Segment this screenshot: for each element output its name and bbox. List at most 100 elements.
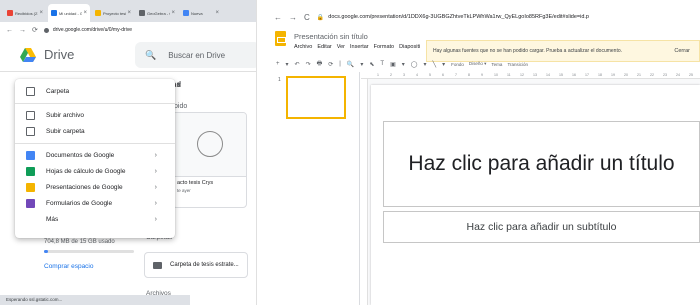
tab-close-icon[interactable]: × — [215, 10, 219, 16]
ruler-tick-label: 5 — [429, 73, 431, 77]
menu-diapositiva[interactable]: Diapositi — [399, 44, 420, 50]
menu-item-folder[interactable]: Carpeta — [15, 84, 175, 98]
browser-tab[interactable]: Nueva × — [180, 4, 222, 22]
menu-item-label: Documentos de Google — [46, 151, 115, 159]
file-card-date: te ayer — [177, 188, 191, 193]
slide-thumbnail[interactable] — [286, 76, 346, 119]
my-drive-chevron-icon[interactable]: ▾ — [177, 80, 181, 89]
ruler-tick-label: 2 — [390, 73, 392, 77]
menu-item-upload-folder[interactable]: Subir carpeta — [15, 124, 175, 138]
lock-icon — [43, 27, 49, 33]
menu-item-more[interactable]: Más › — [15, 212, 175, 226]
tab-favicon-icon — [7, 10, 13, 16]
drive-logo-icon[interactable] — [20, 47, 36, 62]
file-card-name: acto tesis Crys — [177, 180, 214, 186]
ruler-tick-label: 15 — [559, 73, 563, 77]
browser-tab[interactable]: Proyecto tesis × — [92, 4, 134, 22]
toolbar-button[interactable]: ⬉ — [369, 61, 374, 68]
tab-close-icon[interactable]: × — [171, 10, 175, 16]
toolbar-button[interactable]: ▾ — [286, 61, 289, 68]
toolbar-button[interactable]: ▾ — [442, 61, 445, 68]
toolbar-button[interactable]: ▾ — [402, 61, 405, 68]
slide-number: 1 — [278, 77, 281, 83]
title-placeholder-box[interactable]: Haz clic para añadir un título — [383, 121, 700, 207]
toolbar-button[interactable]: | — [339, 61, 341, 67]
folder-item[interactable]: Carpeta de tesis estrate... — [144, 252, 248, 278]
back-icon[interactable]: ← — [6, 27, 13, 34]
tab-close-icon[interactable]: × — [39, 10, 43, 16]
menu-item-label: Más — [46, 215, 59, 223]
forward-icon[interactable]: → — [19, 27, 26, 34]
forward-icon[interactable]: → — [289, 13, 297, 22]
slides-window: ← → C 🔒 docs.google.com/presentation/d/1… — [266, 0, 700, 305]
menu-item-google-docs[interactable]: Documentos de Google › — [15, 148, 175, 162]
menu-editar[interactable]: Editar — [317, 44, 331, 50]
address-bar[interactable]: ← → ⟳ drive.google.com/drive/u/0/my-driv… — [0, 22, 256, 38]
forms-icon — [26, 198, 35, 208]
toolbar-button[interactable]: + — [276, 61, 280, 67]
toolbar-text-button[interactable]: Fondo — [451, 62, 464, 67]
browser-tab[interactable]: Mi unidad - G × — [48, 4, 90, 22]
tab-favicon-icon — [51, 10, 57, 16]
tab-favicon-icon — [95, 10, 101, 16]
reload-icon[interactable]: ⟳ — [32, 26, 38, 34]
title-placeholder-text: Haz clic para añadir un título — [408, 152, 675, 175]
menu-formato[interactable]: Formato — [374, 44, 394, 50]
toolbar-button[interactable]: ╲ — [432, 61, 436, 68]
menu-item-upload-file[interactable]: Subir archivo — [15, 108, 175, 122]
slide-canvas[interactable]: Haz clic para añadir un título Haz clic … — [371, 85, 700, 305]
menu-divider — [15, 143, 175, 144]
close-banner-button[interactable]: Cerrar — [674, 48, 690, 54]
buy-storage-link[interactable]: Comprar espacio — [44, 263, 94, 270]
ruler-tick-label: 6 — [442, 73, 444, 77]
menu-item-label: Presentaciones de Google — [46, 183, 123, 191]
menu-ver[interactable]: Ver — [337, 44, 345, 50]
subtitle-placeholder-box[interactable]: Haz clic para añadir un subtítulo — [383, 211, 700, 243]
storage-bar-fill — [44, 250, 49, 253]
chevron-right-icon: › — [154, 167, 157, 175]
search-input[interactable]: 🔍 Buscar en Drive — [135, 42, 256, 68]
back-icon[interactable]: ← — [274, 13, 282, 22]
address-bar[interactable]: ← → C 🔒 docs.google.com/presentation/d/1… — [266, 9, 700, 25]
tab-close-icon[interactable]: × — [127, 10, 131, 16]
toolbar-button[interactable]: ◯ — [411, 61, 418, 68]
reload-icon[interactable]: C — [304, 13, 310, 22]
document-title[interactable]: Presentación sin título — [294, 32, 368, 41]
screenshot-root: Recibidos (211)×Mi unidad - G×Proyecto t… — [0, 0, 700, 305]
chevron-right-icon: › — [154, 199, 157, 207]
toolbar-button[interactable]: ▣ — [390, 61, 396, 68]
toolbar-text-button[interactable]: Diseño ▾ — [469, 61, 487, 67]
tab-title: Recibidos (211) — [15, 10, 38, 16]
menu-archivo[interactable]: Archivo — [294, 44, 312, 50]
storage-bar — [44, 250, 134, 253]
menu-item-google-forms[interactable]: Formularios de Google › — [15, 196, 175, 210]
toolbar-button[interactable]: ⟳ — [328, 61, 333, 68]
folder-name: Carpeta de tesis estrate... — [170, 262, 239, 268]
menu-bar: Archivo Editar Ver Insertar Formato Diap… — [294, 44, 425, 50]
menu-insertar[interactable]: Insertar — [350, 44, 369, 50]
menu-divider — [15, 103, 175, 104]
file-card-proyecto-tesis[interactable]: acto tesis Crys te ayer — [172, 112, 247, 208]
toolbar-button[interactable]: ▾ — [423, 61, 426, 68]
toolbar-button[interactable]: ▾ — [360, 61, 363, 68]
url-text[interactable]: drive.google.com/drive/u/0/my-drive — [53, 27, 132, 33]
menu-item-google-slides[interactable]: Presentaciones de Google › — [15, 180, 175, 194]
toolbar-button[interactable]: T — [380, 61, 384, 67]
toolbar-button[interactable]: 🔍 — [347, 61, 354, 68]
toolbar-button[interactable]: 🖶 — [317, 59, 323, 69]
browser-tab[interactable]: Recibidos (211)× — [4, 4, 46, 22]
tab-close-icon[interactable]: × — [83, 10, 87, 16]
menu-item-google-sheets[interactable]: Hojas de cálculo de Google › — [15, 164, 175, 178]
toolbar-text-button[interactable]: Transición — [507, 62, 528, 67]
toolbar-button[interactable]: ↶ — [295, 61, 300, 68]
folder-upload-icon — [26, 126, 35, 136]
toolbar-button[interactable]: ↷ — [306, 61, 311, 68]
toolbar-text-button[interactable]: Tema — [491, 62, 502, 67]
lock-icon: 🔒 — [316, 14, 325, 21]
slides-icon — [26, 182, 35, 192]
browser-tab[interactable]: GeoGebra - G × — [136, 4, 178, 22]
seal-icon — [197, 131, 223, 157]
ruler-tick-label: 16 — [572, 73, 576, 77]
slides-logo-icon[interactable] — [275, 31, 286, 46]
url-text[interactable]: docs.google.com/presentation/d/1DDX6g-3U… — [328, 14, 589, 20]
